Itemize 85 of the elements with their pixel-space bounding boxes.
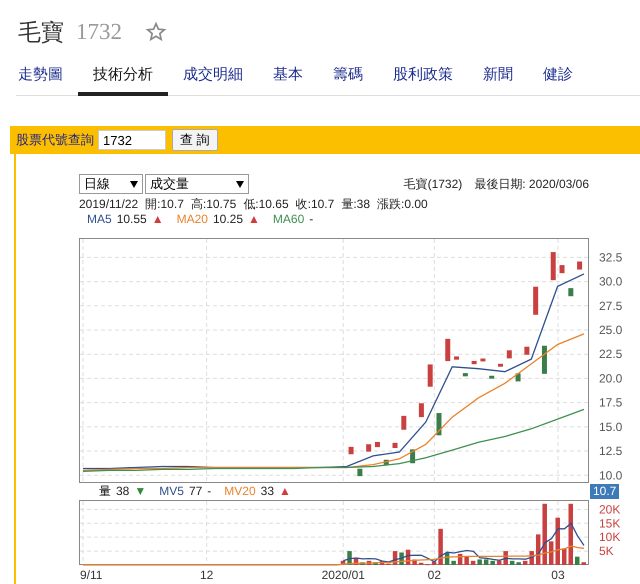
axis-label: 02 xyxy=(428,568,442,582)
candlestick xyxy=(418,403,424,418)
axis-label: 12.5 xyxy=(599,444,622,458)
legend-name: MA60 xyxy=(272,211,304,228)
query-button[interactable]: 查 詢 xyxy=(172,129,218,151)
quote-value: 低:10.65 xyxy=(243,196,289,213)
tab[interactable]: 成交明細 xyxy=(168,58,258,96)
legend-value: - xyxy=(309,211,314,228)
quote-value: 高:10.75 xyxy=(190,196,236,213)
candlestick xyxy=(542,346,547,374)
axis-label: 22.5 xyxy=(599,347,622,362)
candlestick xyxy=(392,442,398,448)
interval-dropdown[interactable]: 日線 xyxy=(79,174,143,194)
caret-icon xyxy=(236,180,244,188)
axis-label: 03 xyxy=(551,568,565,582)
axis-label: 15.0 xyxy=(599,420,622,434)
candlestick xyxy=(454,356,460,360)
candlestick xyxy=(560,265,565,274)
axis-label: 32.5 xyxy=(599,250,622,264)
last-date: 最後日期: 2020/03/06 xyxy=(474,176,589,193)
tab[interactable]: 健診 xyxy=(528,58,588,96)
candlestick xyxy=(348,446,354,454)
axis-label: 30.0 xyxy=(599,274,622,289)
tab[interactable]: 技術分析 xyxy=(78,58,168,96)
legend-value: 38 xyxy=(116,483,130,500)
axis-label: 5K xyxy=(599,544,614,558)
quote-value: 2019/11/22 xyxy=(79,196,138,213)
legend-value: 33 xyxy=(260,483,274,500)
trend-arrow: - xyxy=(207,483,212,500)
legend-value: 77 xyxy=(188,483,202,500)
candlestick xyxy=(524,346,530,355)
tab[interactable]: 股利政策 xyxy=(378,58,468,96)
tab[interactable]: 走勢圖 xyxy=(16,58,78,96)
candlestick xyxy=(533,286,538,315)
tab[interactable]: 籌碼 xyxy=(318,58,378,96)
caret-icon xyxy=(130,180,138,188)
quote-value: 收:10.7 xyxy=(296,196,334,213)
trend-arrow: ▼ xyxy=(134,483,146,500)
axis-label: 10.0 xyxy=(599,468,622,482)
stock-code-input[interactable]: 1732 xyxy=(98,130,166,150)
axis-label: 25.0 xyxy=(599,323,622,338)
legend-name: 量 xyxy=(99,483,111,500)
candlestick xyxy=(550,252,556,280)
query-label: 股票代號查詢 xyxy=(16,131,94,150)
legend-name: MA5 xyxy=(87,211,112,228)
tab[interactable]: 基本 xyxy=(258,58,318,96)
candlestick xyxy=(577,262,582,270)
axis-label: 17.5 xyxy=(599,396,622,410)
candlestick xyxy=(436,413,442,436)
candlestick xyxy=(428,364,433,387)
legend-name: MV20 xyxy=(224,483,256,500)
axis-label: 12 xyxy=(200,568,214,582)
legend-value: 10.55 xyxy=(116,211,147,228)
stock-label: 毛寶(1732) xyxy=(404,176,462,193)
legend-value: 10.25 xyxy=(212,211,243,228)
trend-arrow: ▲ xyxy=(152,211,164,228)
axis-label: 9/11 xyxy=(80,568,102,582)
candlestick xyxy=(410,449,416,464)
tab[interactable]: 新聞 xyxy=(468,58,528,96)
candlestick xyxy=(357,468,362,476)
quote-value: 漲跌:0.00 xyxy=(377,196,428,213)
candlestick xyxy=(462,373,468,376)
axis-label: 10K xyxy=(599,530,620,544)
stock-code: 1732 xyxy=(76,18,122,46)
quote-value: 量:38 xyxy=(341,196,370,213)
indicator-dropdown[interactable]: 成交量 xyxy=(145,174,249,194)
axis-label: 20K xyxy=(599,502,620,516)
candlestick xyxy=(445,338,450,362)
trend-arrow: ▲ xyxy=(248,211,260,228)
axis-label: 20.0 xyxy=(599,371,622,386)
trend-arrow: ▲ xyxy=(279,483,291,500)
axis-label: 15K xyxy=(599,516,620,530)
quote-value: 開:10.7 xyxy=(145,196,184,213)
stock-name: 毛寶 xyxy=(18,18,64,47)
axis-label: 27.5 xyxy=(599,298,622,313)
star-icon[interactable] xyxy=(146,22,166,42)
candlestick xyxy=(384,460,389,465)
candlestick xyxy=(489,376,494,379)
legend-name: MV5 xyxy=(159,483,184,500)
axis-label: 2020/01 xyxy=(322,568,365,582)
candlestick xyxy=(516,373,521,382)
candlestick xyxy=(568,288,574,296)
candlestick xyxy=(401,416,406,430)
price-badge: 10.7 xyxy=(590,484,620,499)
legend-name: MA20 xyxy=(176,211,208,228)
